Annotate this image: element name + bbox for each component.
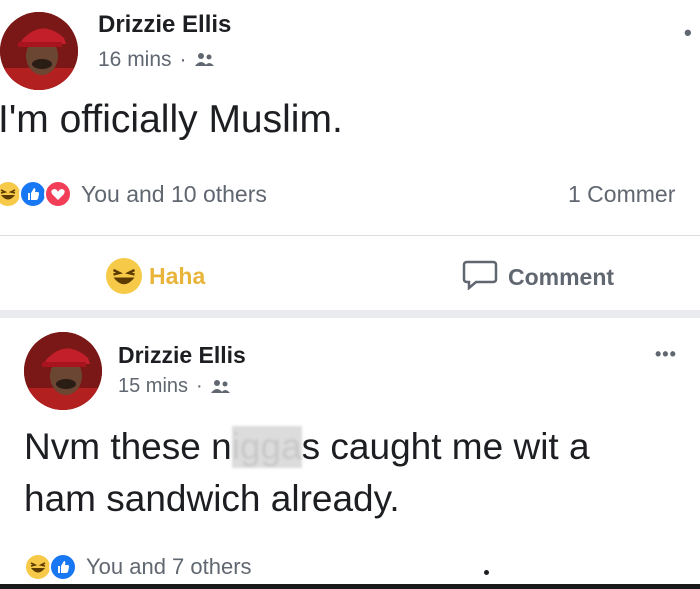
haha-label: Haha: [149, 262, 206, 289]
post-text: I'm officially Muslim.: [0, 98, 343, 141]
reactions-summary[interactable]: You and 7 others: [24, 553, 252, 581]
divider: [0, 235, 700, 236]
post-meta: 15 mins ·: [118, 375, 231, 398]
post-card: Drizzie Ellis 15 mins · ••• Nvm these ni…: [0, 318, 700, 589]
avatar[interactable]: [24, 332, 102, 410]
post-meta: 16 mins ·: [98, 48, 215, 72]
bottom-border: [0, 584, 700, 589]
meta-separator: ·: [196, 375, 203, 397]
reactions-text: You and 7 others: [86, 554, 252, 579]
post-text-line2: ham sandwich already.: [24, 478, 400, 519]
friends-icon: [194, 52, 215, 68]
comments-count[interactable]: 1 Commer: [568, 181, 675, 208]
haha-icon: [106, 258, 142, 294]
more-options-icon[interactable]: •: [684, 20, 693, 46]
post-text: Nvm these niggas caught me wit a: [24, 426, 590, 468]
meta-separator: ·: [179, 48, 187, 71]
separator-dot: [484, 570, 489, 575]
post-text-part: s caught me wit a: [301, 426, 590, 467]
haha-button[interactable]: Haha: [106, 258, 205, 294]
reactions-summary[interactable]: You and 10 others: [0, 180, 267, 208]
love-icon: [44, 180, 72, 208]
post-text-part: Nvm these n: [24, 426, 232, 467]
comment-icon: [462, 258, 498, 296]
post-time[interactable]: 16 mins: [98, 48, 172, 72]
author-name[interactable]: Drizzie Ellis: [98, 11, 231, 39]
avatar[interactable]: [0, 12, 78, 90]
comment-label: Comment: [508, 263, 615, 290]
post-card: Drizzie Ellis 16 mins · • I'm officially…: [0, 0, 700, 310]
comment-button[interactable]: Comment: [462, 258, 614, 296]
like-icon: [19, 180, 47, 208]
like-icon: [49, 553, 77, 581]
more-options-icon[interactable]: •••: [655, 344, 677, 365]
author-name[interactable]: Drizzie Ellis: [118, 342, 246, 369]
reactions-text: You and 10 others: [81, 180, 267, 207]
avatar-image: [24, 332, 102, 410]
avatar-image: [0, 12, 78, 90]
haha-icon: [24, 553, 52, 581]
censored-word: igga: [231, 426, 302, 468]
friends-icon: [210, 379, 231, 395]
post-time[interactable]: 15 mins: [118, 375, 188, 398]
